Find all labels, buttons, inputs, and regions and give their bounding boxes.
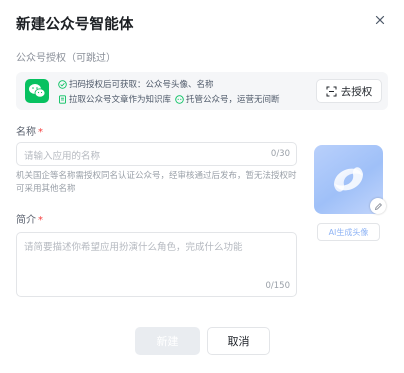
- link-icon: [326, 86, 337, 96]
- auth-line1-text: 扫码授权后可获取：公众号头像、名称: [69, 80, 214, 90]
- desc-placeholder: 请简要描述你希望应用扮演什么角色，完成什么功能: [24, 242, 243, 253]
- ai-generate-avatar-button[interactable]: AI生成头像: [317, 223, 380, 241]
- document-icon: [58, 94, 67, 104]
- create-button[interactable]: 新建: [135, 327, 200, 355]
- name-hint: 机关国企等名称需授权同名认证公众号，经审核通过后发布，暂无法授权时可采用其他名称: [16, 171, 297, 194]
- auth-box: 扫码授权后可获取：公众号头像、名称 拉取公众号文章作为知识库 托管公众号，运营无…: [16, 72, 388, 110]
- name-placeholder: 请输入应用的名称: [24, 151, 101, 162]
- auth-line2-part1: 拉取公众号文章作为知识库: [69, 95, 172, 105]
- name-counter: 0/30: [270, 149, 290, 159]
- close-icon[interactable]: [371, 11, 389, 29]
- description-textarea[interactable]: 请简要描述你希望应用扮演什么角色，完成什么功能 0/150: [16, 232, 297, 297]
- required-mark: *: [38, 127, 43, 138]
- auth-benefit-line1: 扫码授权后可获取：公众号头像、名称: [58, 78, 214, 90]
- dialog-title: 新建公众号智能体: [16, 17, 134, 33]
- name-label: 名称 *: [16, 127, 43, 138]
- pencil-icon[interactable]: [370, 198, 386, 214]
- desc-label: 简介 *: [16, 215, 43, 226]
- authorize-button[interactable]: 去授权: [316, 79, 382, 103]
- auth-benefit-line2: 拉取公众号文章作为知识库 托管公众号，运营无间断: [58, 93, 280, 105]
- auth-line2-part2: 托管公众号，运营无间断: [186, 95, 280, 105]
- name-input[interactable]: 请输入应用的名称 0/30: [16, 142, 297, 166]
- create-agent-dialog: 新建公众号智能体 公众号授权（可跳过） 扫码授权后可获取：公众号头像、名称 拉取…: [0, 0, 404, 373]
- robot-icon: [175, 94, 184, 104]
- required-mark: *: [38, 215, 43, 226]
- desc-counter: 0/150: [265, 281, 291, 291]
- cancel-button[interactable]: 取消: [207, 327, 270, 355]
- authorize-button-label: 去授权: [340, 85, 373, 98]
- wechat-icon: [25, 79, 49, 103]
- check-circle-icon: [58, 79, 67, 89]
- auth-section-label: 公众号授权（可跳过）: [16, 53, 116, 64]
